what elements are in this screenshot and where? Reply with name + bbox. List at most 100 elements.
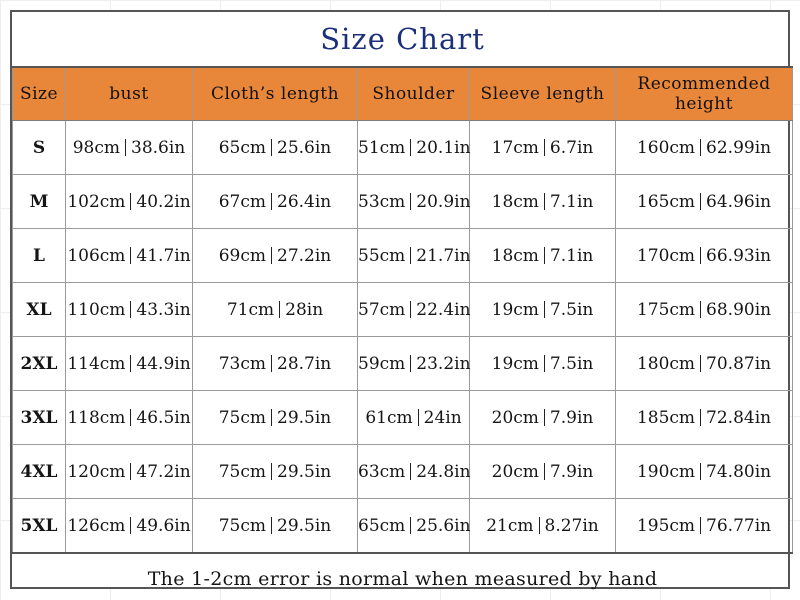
value-in: 21.7in [416, 245, 471, 266]
value-in: 7.9in [549, 407, 594, 428]
cell-shoulder: 57cm 22.4in [357, 282, 471, 337]
unit-separator [538, 516, 540, 534]
value-in: 22.4in [416, 299, 471, 320]
measurement-note: The 1-2cm error is normal when measured … [12, 552, 793, 600]
cell-sleeve-length: 18cm 7.1in [469, 174, 616, 229]
value-cm: 195cm [636, 515, 696, 536]
unit-separator [543, 192, 545, 210]
column-header-recommended-height: Recommended height [614, 66, 794, 121]
value-cm: 71cm [226, 299, 275, 320]
table-row: XL 110cm 43.3in 71cm 28in 57cm 22.4in 19cm 7… [12, 282, 794, 337]
unit-separator [130, 246, 132, 264]
table-row: M 102cm 40.2in 67cm 26.4in 53cm 20.9in 18cm… [12, 174, 794, 229]
cell-bust: 120cm 47.2in [65, 444, 193, 499]
cell-cloth-length: 65cm 25.6in [192, 120, 358, 175]
value-in: 7.5in [549, 353, 594, 374]
cell-sleeve-length: 19cm 7.5in [469, 336, 616, 391]
value-in: 28in [285, 299, 324, 320]
value-in: 76.77in [706, 515, 772, 536]
value-in: 20.9in [416, 191, 471, 212]
value-in: 25.6in [277, 137, 332, 158]
cell-recommended-height: 185cm 72.84in [614, 390, 794, 445]
cell-cloth-length: 75cm 29.5in [192, 444, 358, 499]
value-cm: 65cm [358, 515, 406, 536]
value-in: 74.80in [706, 461, 772, 482]
value-cm: 114cm [67, 353, 126, 374]
value-cm: 21cm [486, 515, 534, 536]
value-in: 8.27in [544, 515, 599, 536]
size-chart-page: Size Chart Size bust Cloth’s length Shou… [0, 0, 800, 600]
value-in: 44.9in [136, 353, 191, 374]
value-in: 72.84in [706, 407, 772, 428]
unit-separator [410, 516, 412, 534]
cell-cloth-length: 75cm 29.5in [192, 498, 358, 554]
value-cm: 126cm [67, 515, 126, 536]
unit-separator [543, 354, 545, 372]
cell-shoulder: 51cm 20.1in [357, 120, 471, 175]
value-cm: 118cm [67, 407, 126, 428]
cell-bust: 106cm 41.7in [65, 228, 193, 283]
unit-separator [125, 138, 127, 156]
cell-size: XL [12, 282, 66, 337]
value-cm: 67cm [218, 191, 267, 212]
cell-cloth-length: 69cm 27.2in [192, 228, 358, 283]
value-cm: 75cm [218, 407, 267, 428]
value-cm: 185cm [636, 407, 696, 428]
value-in: 70.87in [706, 353, 772, 374]
unit-separator [271, 138, 273, 156]
value-in: 6.7in [549, 137, 594, 158]
value-in: 28.7in [277, 353, 332, 374]
cell-size: L [12, 228, 66, 283]
unit-separator [700, 138, 702, 156]
value-in: 41.7in [136, 245, 191, 266]
unit-separator [700, 354, 702, 372]
unit-separator [700, 516, 702, 534]
unit-separator [700, 408, 702, 426]
unit-separator [410, 354, 412, 372]
column-header-cloth-length: Cloth’s length [192, 66, 358, 121]
value-in: 46.5in [136, 407, 191, 428]
value-in: 29.5in [277, 407, 332, 428]
unit-separator [543, 138, 545, 156]
value-cm: 106cm [67, 245, 126, 266]
unit-separator [130, 354, 132, 372]
cell-shoulder: 59cm 23.2in [357, 336, 471, 391]
column-header-shoulder: Shoulder [357, 66, 470, 121]
value-cm: 53cm [358, 191, 406, 212]
value-in: 7.1in [549, 191, 594, 212]
cell-recommended-height: 165cm 64.96in [614, 174, 794, 229]
unit-separator [271, 192, 273, 210]
unit-separator [410, 300, 412, 318]
value-in: 49.6in [136, 515, 191, 536]
cell-sleeve-length: 19cm 7.5in [469, 282, 616, 337]
cell-recommended-height: 175cm 68.90in [614, 282, 794, 337]
unit-separator [410, 462, 412, 480]
cell-bust: 102cm 40.2in [65, 174, 193, 229]
cell-shoulder: 55cm 21.7in [357, 228, 471, 283]
value-cm: 63cm [358, 461, 406, 482]
unit-separator [130, 300, 132, 318]
cell-size: S [12, 120, 66, 175]
value-in: 47.2in [136, 461, 191, 482]
cell-size: M [12, 174, 66, 229]
cell-sleeve-length: 18cm 7.1in [469, 228, 616, 283]
cell-cloth-length: 71cm 28in [192, 282, 358, 337]
value-in: 40.2in [136, 191, 191, 212]
table-row: 5XL 126cm 49.6in 75cm 29.5in 65cm 25.6in 21… [12, 498, 794, 554]
cell-sleeve-length: 20cm 7.9in [469, 390, 616, 445]
value-cm: 175cm [636, 299, 696, 320]
unit-separator [410, 138, 412, 156]
cell-bust: 114cm 44.9in [65, 336, 193, 391]
cell-shoulder: 61cm 24in [357, 390, 470, 445]
unit-separator [271, 408, 273, 426]
value-in: 24in [423, 407, 462, 428]
unit-separator [130, 192, 132, 210]
value-cm: 59cm [358, 353, 406, 374]
table-row: 3XL 118cm 46.5in 75cm 29.5in 61cm 24in 20cm… [12, 390, 794, 445]
cell-recommended-height: 190cm 74.80in [614, 444, 794, 499]
cell-shoulder: 63cm 24.8in [357, 444, 471, 499]
unit-separator [700, 246, 702, 264]
value-cm: 180cm [636, 353, 696, 374]
value-cm: 18cm [491, 191, 539, 212]
size-chart-table: Size Chart Size bust Cloth’s length Shou… [12, 12, 794, 600]
